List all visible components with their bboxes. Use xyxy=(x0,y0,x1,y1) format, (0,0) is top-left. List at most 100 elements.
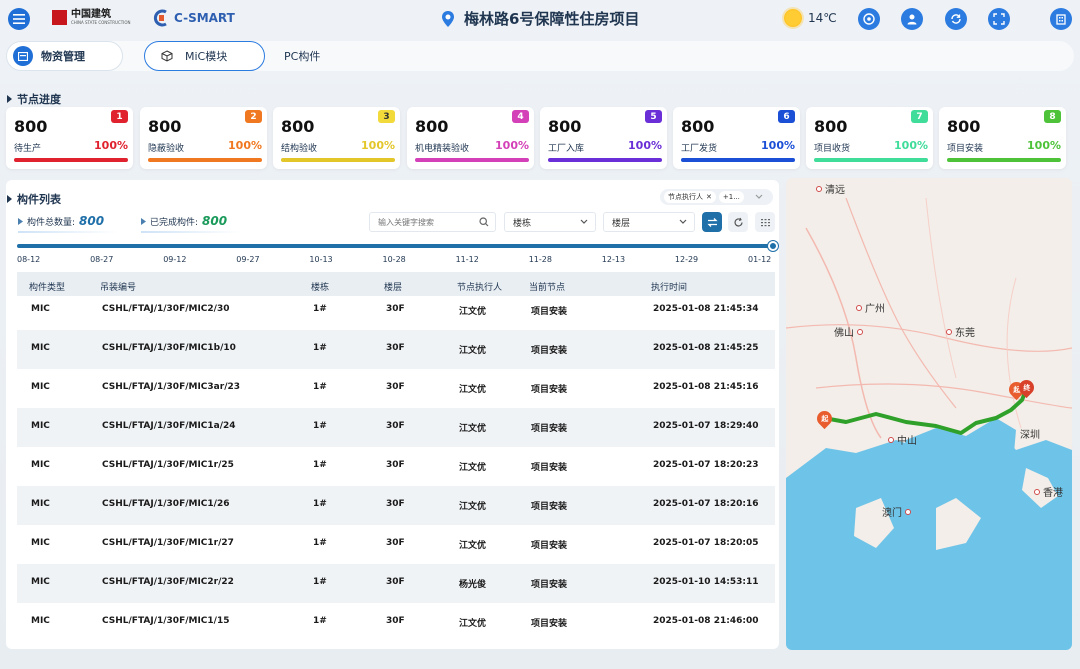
tab-material-label: 物资管理 xyxy=(41,50,85,63)
cell-time: 2025-01-10 14:53:11 xyxy=(653,577,759,587)
cell-executor: 江文优 xyxy=(459,502,487,512)
progress-card-8[interactable]: 8 800 项目安装 100% xyxy=(939,107,1066,169)
table-row[interactable]: MIC CSHL/FTAJ/1/30F/MIC3ar/23 1# 30F 江文优 项目安装… xyxy=(17,369,775,408)
header: 中国建筑 CHINA STATE CONSTRUCTION C-SMART 梅林… xyxy=(0,0,1080,38)
cell-executor: 江文优 xyxy=(459,385,487,395)
project-title: 梅林路6号保障性住房项目 xyxy=(440,8,639,29)
cell-node: 项目安装 xyxy=(531,424,568,434)
tab-mic-label: MiC模块 xyxy=(185,50,228,63)
progress-card-7[interactable]: 7 800 项目收货 100% xyxy=(806,107,933,169)
tab-pc-component[interactable]: PC构件 xyxy=(284,48,320,64)
timeline-track[interactable] xyxy=(17,244,773,248)
progress-percent: 100% xyxy=(495,139,529,152)
cell-code: CSHL/FTAJ/1/30F/MIC3ar/23 xyxy=(102,382,241,392)
cell-building: 1# xyxy=(313,421,327,431)
cell-building: 1# xyxy=(313,343,327,353)
progress-card-6[interactable]: 6 800 工厂发货 100% xyxy=(673,107,800,169)
progress-badge: 3 xyxy=(378,110,395,123)
progress-card-3[interactable]: 3 800 结构验收 100% xyxy=(273,107,400,169)
cell-floor: 30F xyxy=(386,616,405,626)
chrome-button[interactable] xyxy=(858,8,880,30)
cell-time: 2025-01-08 21:45:25 xyxy=(653,343,759,353)
cell-floor: 30F xyxy=(386,460,405,470)
chevron-down-icon[interactable] xyxy=(755,194,763,200)
progress-bar xyxy=(148,158,262,162)
table-row[interactable]: MIC CSHL/FTAJ/1/30F/MIC1a/24 1# 30F 江文优 项目安装 2… xyxy=(17,408,775,447)
cell-code: CSHL/FTAJ/1/30F/MIC1/15 xyxy=(102,616,230,626)
city-zhongshan: 中山 xyxy=(888,432,917,447)
cell-time: 2025-01-07 18:20:05 xyxy=(653,538,759,548)
refresh-button[interactable] xyxy=(945,8,967,30)
table-row[interactable]: MIC CSHL/FTAJ/1/30F/MIC2r/22 1# 30F 杨光俊 项目安装 2… xyxy=(17,564,775,603)
done-count-value: 800 xyxy=(202,214,228,228)
cell-node: 项目安装 xyxy=(531,580,568,590)
table-row[interactable]: MIC CSHL/FTAJ/1/30F/MIC1/15 1# 30F 江文优 项目安装 20… xyxy=(17,603,775,642)
progress-card-4[interactable]: 4 800 机电精装验收 100% xyxy=(407,107,534,169)
underline-decoration xyxy=(18,231,118,233)
table-row[interactable]: MIC CSHL/FTAJ/1/30F/MIC1r/27 1# 30F 江文优 项目安装 2… xyxy=(17,525,775,564)
cell-type: MIC xyxy=(31,616,50,626)
progress-count: 800 xyxy=(415,117,449,136)
close-icon[interactable]: ✕ xyxy=(706,193,712,201)
progress-count: 800 xyxy=(148,117,182,136)
cell-node: 项目安装 xyxy=(531,385,568,395)
logistics-map[interactable]: 清远 广州 佛山 东莞 中山 深圳 香港 澳门 起 起 终 xyxy=(786,178,1072,650)
progress-percent: 100% xyxy=(228,139,262,152)
hamburger-icon xyxy=(13,14,25,24)
progress-percent: 100% xyxy=(1027,139,1061,152)
progress-bar xyxy=(947,158,1061,162)
dashboard-button[interactable] xyxy=(1050,8,1072,30)
progress-label: 项目收货 xyxy=(814,144,851,154)
cell-code: CSHL/FTAJ/1/30F/MIC1/26 xyxy=(102,499,230,509)
filter-chip-label: 节点执行人 xyxy=(668,193,703,201)
cell-executor: 江文优 xyxy=(459,619,487,629)
filter-chip-executor[interactable]: 节点执行人 ✕ xyxy=(664,191,716,203)
progress-label: 机电精装验收 xyxy=(415,144,470,154)
progress-label: 待生产 xyxy=(14,144,42,154)
progress-count: 800 xyxy=(681,117,715,136)
timeline-handle[interactable] xyxy=(768,241,778,251)
cell-time: 2025-01-07 18:20:23 xyxy=(653,460,759,470)
chevron-down-icon xyxy=(679,219,687,224)
table-row[interactable]: MIC CSHL/FTAJ/1/30F/MIC2/30 1# 30F 江文优 项目安装 20… xyxy=(17,291,775,330)
cell-time: 2025-01-07 18:29:40 xyxy=(653,421,759,431)
building-select[interactable]: 楼栋 xyxy=(504,212,596,232)
refresh-icon xyxy=(733,217,743,226)
cell-floor: 30F xyxy=(386,577,405,587)
settings-button[interactable] xyxy=(755,212,775,232)
progress-percent: 100% xyxy=(361,139,395,152)
tab-material-management[interactable]: 物资管理 xyxy=(6,41,123,71)
temperature: 14℃ xyxy=(808,11,837,25)
city-foshan: 佛山 xyxy=(834,324,863,339)
filter-button[interactable] xyxy=(702,212,722,232)
floor-select[interactable]: 楼层 xyxy=(603,212,695,232)
timeline-label: 10-13 xyxy=(309,255,333,264)
building-icon xyxy=(1056,14,1066,25)
filter-chips[interactable]: 节点执行人 ✕ +1... xyxy=(660,189,773,205)
progress-card-2[interactable]: 2 800 隐蔽验收 100% xyxy=(140,107,267,169)
cell-type: MIC xyxy=(31,577,50,587)
progress-badge: 7 xyxy=(911,110,928,123)
timeline-label: 08-27 xyxy=(90,255,114,264)
tab-mic-module[interactable]: MiC模块 xyxy=(144,41,265,71)
floor-select-value: 楼层 xyxy=(612,218,631,229)
user-button[interactable] xyxy=(901,8,923,30)
filter-chip-more[interactable]: +1... xyxy=(718,191,744,203)
cell-time: 2025-01-08 21:45:34 xyxy=(653,304,759,314)
search-icon[interactable] xyxy=(479,217,489,227)
cell-node: 项目安装 xyxy=(531,463,568,473)
search-input[interactable] xyxy=(370,213,470,231)
reset-button[interactable] xyxy=(728,212,748,232)
cell-node: 项目安装 xyxy=(531,541,568,551)
progress-card-5[interactable]: 5 800 工厂入库 100% xyxy=(540,107,667,169)
cscec-mark-icon xyxy=(52,9,67,25)
table-row[interactable]: MIC CSHL/FTAJ/1/30F/MIC1r/25 1# 30F 江文优 项目安装 2… xyxy=(17,447,775,486)
table-row[interactable]: MIC CSHL/FTAJ/1/30F/MIC1/26 1# 30F 江文优 项目安装 20… xyxy=(17,486,775,525)
progress-card-1[interactable]: 1 800 待生产 100% xyxy=(6,107,133,169)
small-arrow-icon xyxy=(141,217,146,225)
progress-count: 800 xyxy=(548,117,582,136)
menu-button[interactable] xyxy=(8,8,30,30)
table-row[interactable]: MIC CSHL/FTAJ/1/30F/MIC1b/10 1# 30F 江文优 项目安装 2… xyxy=(17,330,775,369)
fullscreen-button[interactable] xyxy=(988,8,1010,30)
city-guangzhou: 广州 xyxy=(856,300,885,315)
